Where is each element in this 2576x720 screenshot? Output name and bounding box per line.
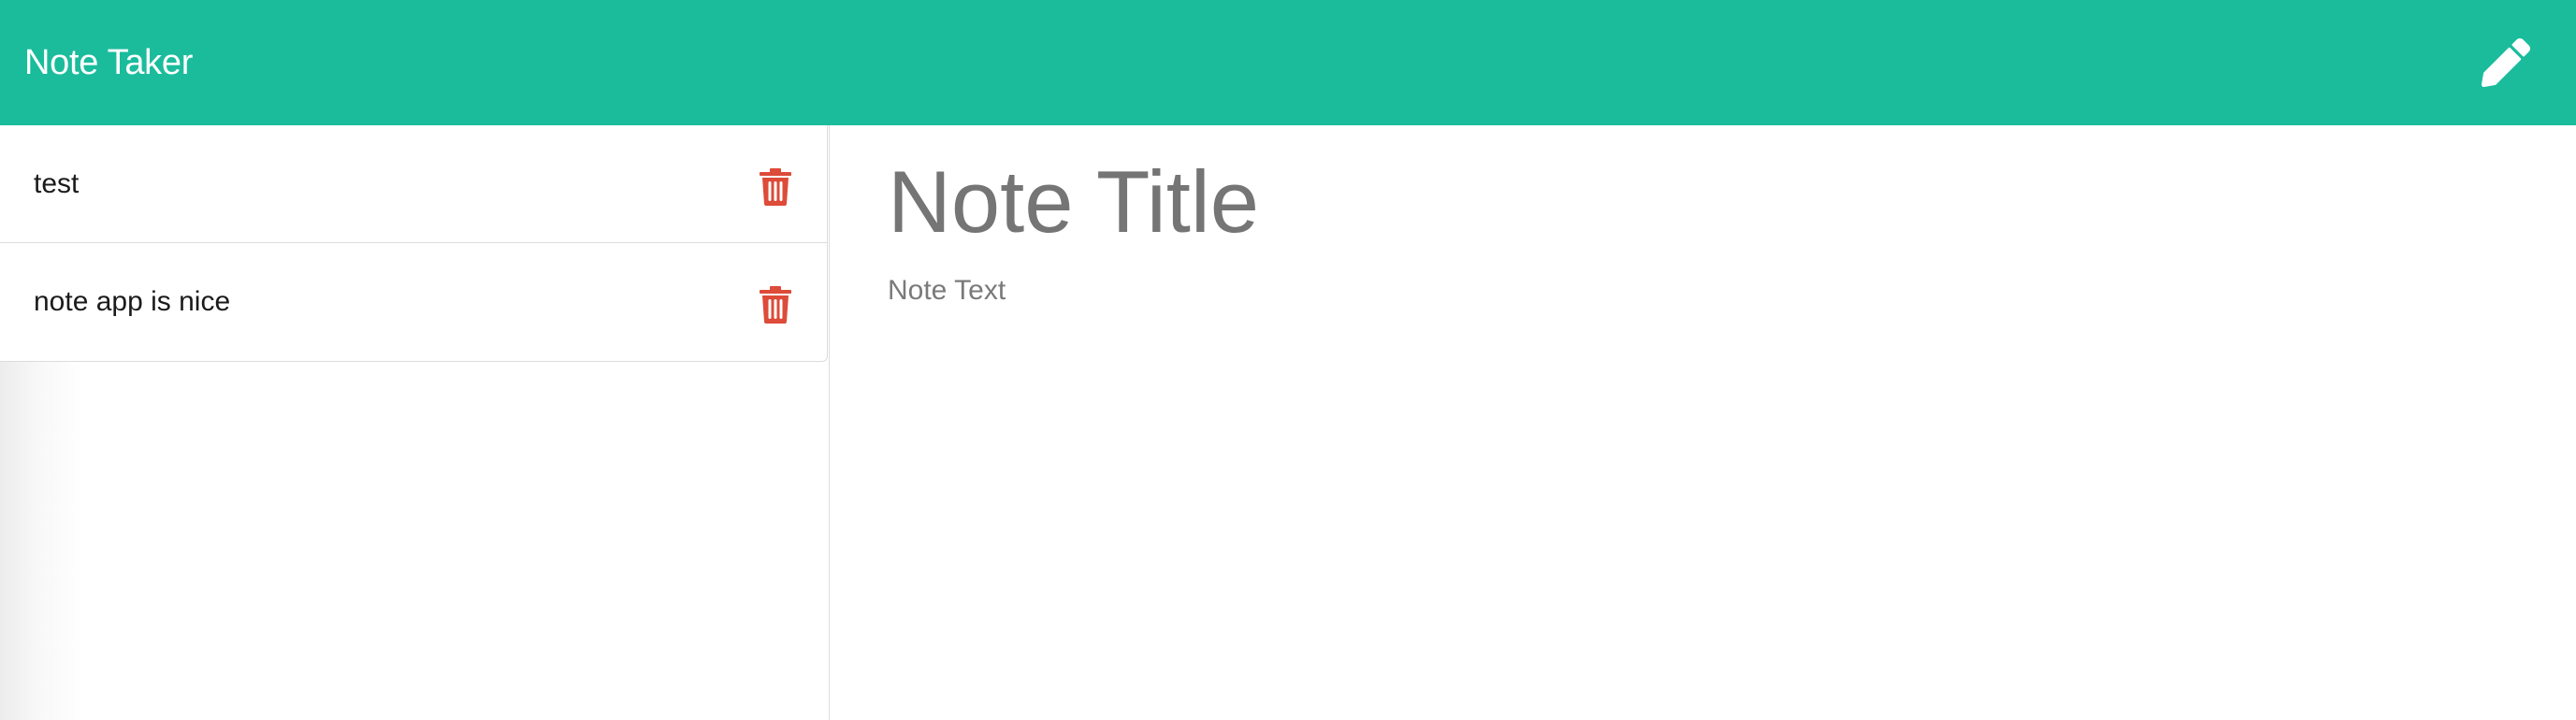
note-text-area[interactable] [888,275,2478,649]
note-editor [830,125,2576,720]
list-item[interactable]: note app is nice [0,243,827,361]
note-item-label: note app is nice [34,286,231,317]
navbar: Note Taker [0,0,2576,125]
list-item[interactable]: test [0,125,827,243]
delete-note-button[interactable] [760,168,791,206]
note-title-input[interactable] [888,146,2478,258]
pencil-icon [2482,38,2530,87]
note-list: test note app is nice [0,125,828,362]
app-title[interactable]: Note Taker [24,0,193,125]
delete-note-button[interactable] [760,286,791,324]
sidebar: test note app is nice [0,125,830,720]
trash-icon [760,168,791,206]
trash-icon [760,286,791,324]
new-note-button[interactable] [2473,30,2539,95]
note-item-label: test [34,168,80,199]
